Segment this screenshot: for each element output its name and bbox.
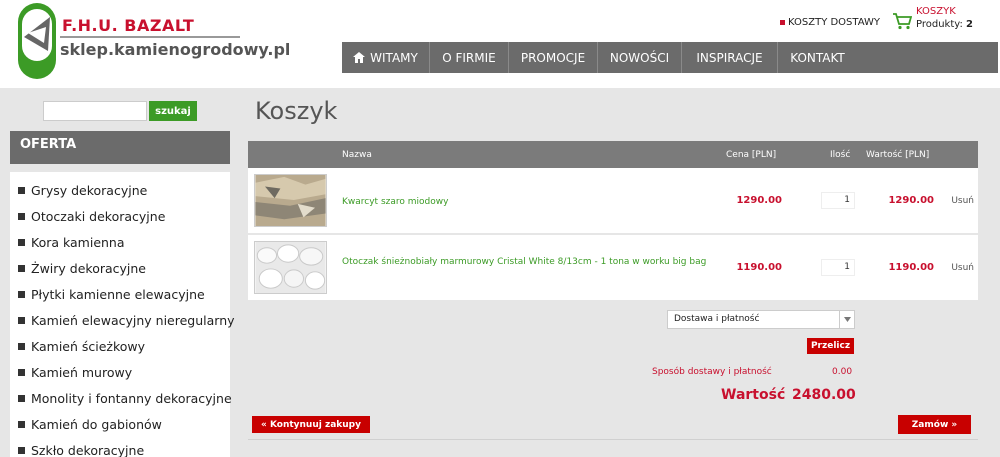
- sidebar-item-label: Monolity i fontanny dekoracyjne: [31, 391, 232, 406]
- chevron-down-icon: [839, 311, 854, 328]
- main-nav: WITAMY O FIRMIE PROMOCJE NOWOŚCI INSPIRA…: [342, 42, 998, 73]
- sidebar-item-label: Grysy dekoracyjne: [31, 183, 148, 198]
- sidebar-item-zwiry[interactable]: Żwiry dekoracyjne: [18, 261, 146, 276]
- sidebar-item-label: Kora kamienna: [31, 235, 125, 250]
- shipping-costs-label: KOSZTY DOSTAWY: [788, 17, 881, 28]
- quantity-input[interactable]: 1: [821, 192, 855, 209]
- recalculate-button[interactable]: Przelicz: [807, 338, 854, 354]
- shipping-costs-link[interactable]: KOSZTY DOSTAWY: [780, 17, 880, 28]
- product-name-link[interactable]: Otoczak śnieżnobiały marmurowy Cristal W…: [342, 255, 712, 269]
- nav-label: WITAMY: [370, 50, 418, 65]
- sidebar-menu: Grysy dekoracyjne Otoczaki dekoracyjne K…: [10, 172, 235, 457]
- logo-icon[interactable]: [18, 3, 56, 79]
- sidebar-item-elewacyjny[interactable]: Kamień elewacyjny nieregularny: [18, 313, 235, 328]
- product-total: 1290.00: [888, 195, 934, 206]
- sidebar-item-label: Kamień murowy: [31, 365, 133, 380]
- sidebar-title: OFERTA: [10, 131, 230, 164]
- order-total-value: 2480.00: [792, 387, 856, 403]
- table-row: Otoczak śnieżnobiały marmurowy Cristal W…: [248, 235, 978, 301]
- table-header: Nazwa Cena [PLN] Ilość Wartość [PLN]: [248, 141, 978, 168]
- product-thumbnail[interactable]: [254, 241, 327, 294]
- bullet-icon: [18, 343, 25, 350]
- quantity-input[interactable]: 1: [821, 259, 855, 276]
- order-total-label: Wartość: [721, 387, 786, 403]
- sidebar-item-label: Kamień ścieżkowy: [31, 339, 146, 354]
- brand-divider: [60, 36, 240, 38]
- bullet-icon: [18, 239, 25, 246]
- sidebar-item-murowy[interactable]: Kamień murowy: [18, 365, 132, 380]
- cart-products-number: 2: [966, 19, 973, 30]
- nav-item-nowosci[interactable]: NOWOŚCI: [598, 42, 682, 73]
- sidebar-item-label: Kamień elewacyjny nieregularny: [31, 313, 235, 328]
- shipping-select-value: Dostawa i płatność: [674, 314, 760, 324]
- delivery-value: 0.00: [832, 367, 853, 377]
- column-header-qty: Ilość: [830, 150, 851, 160]
- remove-link[interactable]: Usuń: [951, 263, 974, 273]
- place-order-button[interactable]: Zamów »: [898, 415, 971, 434]
- page-header: F.H.U. BAZALT sklep.kamienogrodowy.pl KO…: [0, 0, 1000, 88]
- bullet-icon: [18, 421, 25, 428]
- page-title: Koszyk: [255, 97, 338, 125]
- brand-name[interactable]: F.H.U. BAZALT: [62, 16, 194, 35]
- bullet-icon: [18, 265, 25, 272]
- nav-item-inspiracje[interactable]: INSPIRACJE: [682, 42, 778, 73]
- product-price: 1190.00: [736, 262, 782, 273]
- bullet-icon: [18, 187, 25, 194]
- sidebar-item-grysy[interactable]: Grysy dekoracyjne: [18, 183, 147, 198]
- sidebar-item-plytki[interactable]: Płytki kamienne elewacyjne: [18, 287, 205, 302]
- shipping-method-select[interactable]: Dostawa i płatność: [667, 310, 855, 329]
- divider: [248, 439, 978, 440]
- sidebar-item-otoczaki[interactable]: Otoczaki dekoracyjne: [18, 209, 165, 224]
- column-header-price: Cena [PLN]: [726, 150, 777, 160]
- sidebar-item-szklo[interactable]: Szkło dekoracyjne: [18, 443, 144, 457]
- product-price: 1290.00: [736, 195, 782, 206]
- sidebar-item-label: Płytki kamienne elewacyjne: [31, 287, 205, 302]
- continue-shopping-button[interactable]: « Kontynuuj zakupy: [252, 416, 370, 433]
- column-header-total: Wartość [PLN]: [866, 150, 930, 160]
- sidebar-item-label: Otoczaki dekoracyjne: [31, 209, 166, 224]
- bullet-icon: [780, 20, 785, 25]
- cart-icon[interactable]: [892, 12, 912, 30]
- bullet-icon: [18, 395, 25, 402]
- bullet-icon: [18, 213, 25, 220]
- product-thumbnail[interactable]: [254, 174, 327, 227]
- nav-item-witamy[interactable]: WITAMY: [342, 42, 430, 73]
- bullet-icon: [18, 317, 25, 324]
- search-input[interactable]: [43, 101, 147, 121]
- nav-item-kontakt[interactable]: KONTAKT: [778, 42, 857, 73]
- nav-item-promocje[interactable]: PROMOCJE: [509, 42, 598, 73]
- sidebar-item-sciezkowy[interactable]: Kamień ścieżkowy: [18, 339, 145, 354]
- sidebar-item-monolity[interactable]: Monolity i fontanny dekoracyjne: [18, 391, 232, 406]
- nav-item-o-firmie[interactable]: O FIRMIE: [430, 42, 509, 73]
- sidebar-item-label: Szkło dekoracyjne: [31, 443, 145, 457]
- search-button[interactable]: szukaj: [149, 101, 197, 121]
- delivery-label: Sposób dostawy i płatność: [652, 367, 772, 377]
- remove-link[interactable]: Usuń: [951, 196, 974, 206]
- cart-table: Nazwa Cena [PLN] Ilość Wartość [PLN] Kwa…: [248, 141, 978, 301]
- product-total: 1190.00: [888, 262, 934, 273]
- bullet-icon: [18, 291, 25, 298]
- cart-products-label: Produkty:: [916, 19, 963, 30]
- product-name-link[interactable]: Kwarcyt szaro miodowy: [342, 195, 712, 209]
- sidebar-item-label: Żwiry dekoracyjne: [31, 261, 146, 276]
- bullet-icon: [18, 369, 25, 376]
- home-icon: [353, 52, 366, 63]
- cart-link[interactable]: KOSZYK: [916, 6, 956, 17]
- sidebar-item-gabiony[interactable]: Kamień do gabionów: [18, 417, 162, 432]
- bullet-icon: [18, 447, 25, 454]
- column-header-name: Nazwa: [342, 150, 372, 160]
- table-row: Kwarcyt szaro miodowy 1290.00 1 1290.00 …: [248, 168, 978, 234]
- sidebar-item-label: Kamień do gabionów: [31, 417, 162, 432]
- sidebar-item-kora[interactable]: Kora kamienna: [18, 235, 125, 250]
- brand-domain[interactable]: sklep.kamienogrodowy.pl: [60, 40, 290, 59]
- cart-products-count: Produkty: 2: [916, 19, 973, 30]
